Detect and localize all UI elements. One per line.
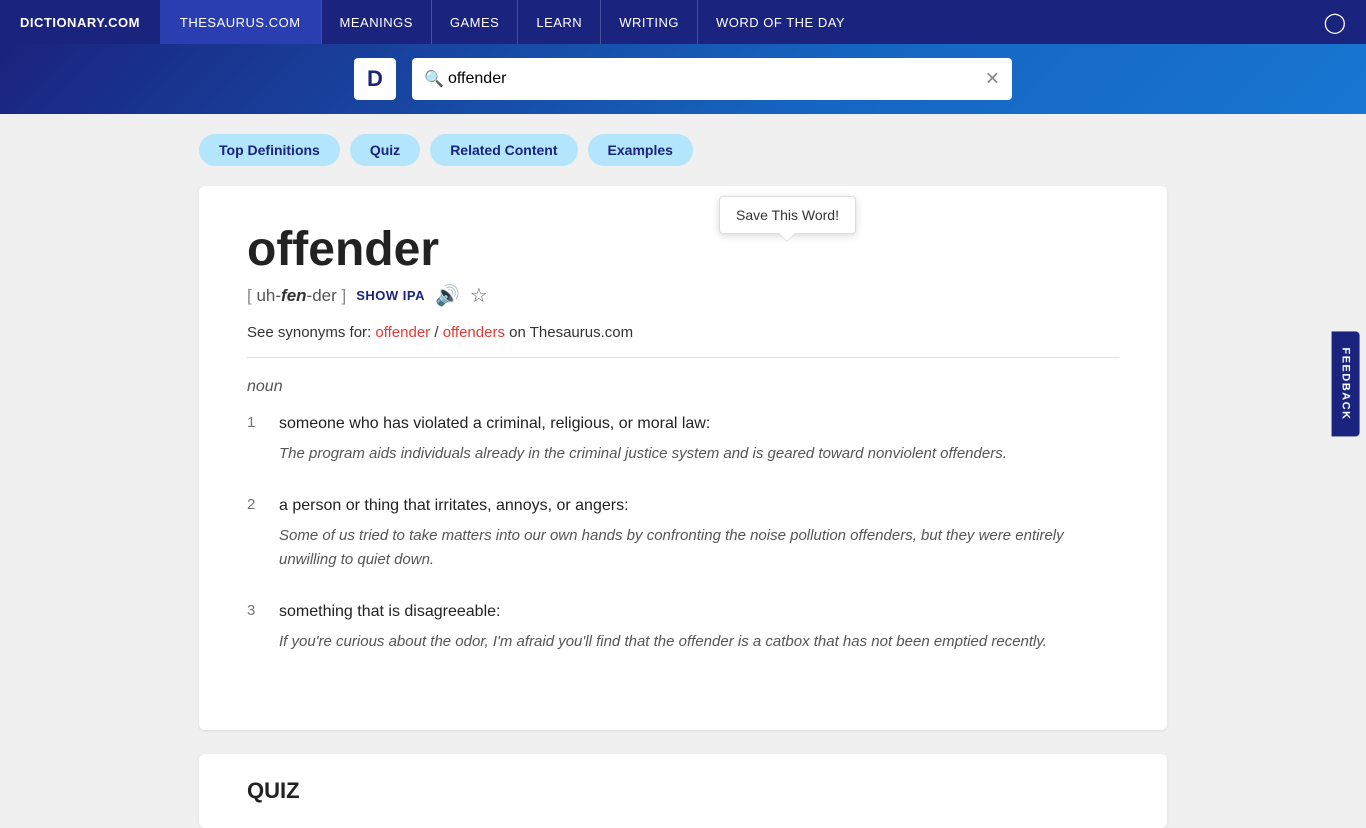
def-text-2: a person or thing that irritates, annoys… <box>279 494 1119 518</box>
def-content-2: a person or thing that irritates, annoys… <box>279 494 1119 572</box>
nav-word-of-day[interactable]: WORD OF THE DAY <box>697 0 863 44</box>
def-example-2: Some of us tried to take matters into ou… <box>279 524 1119 572</box>
nav-writing[interactable]: WRITING <box>600 0 697 44</box>
nav-learn[interactable]: LEARN <box>517 0 600 44</box>
synonym-link-offenders[interactable]: offenders <box>443 324 505 341</box>
pronunciation-row: [ uh-fen-der ] SHOW IPA 🔊 ☆ <box>247 283 1119 308</box>
site-logo: D <box>354 58 396 100</box>
def-number-2: 2 <box>247 494 263 572</box>
part-of-speech: noun <box>247 378 1119 396</box>
def-text-3: something that is disagreeable: <box>279 600 1047 624</box>
tab-examples[interactable]: Examples <box>588 134 693 166</box>
synonym-on-text: on <box>505 324 530 341</box>
nav-links: MEANINGS GAMES LEARN WRITING WORD OF THE… <box>321 0 1304 44</box>
definition-item-2: 2 a person or thing that irritates, anno… <box>247 494 1119 572</box>
word-title: offender <box>247 222 1119 277</box>
brand-thesaurus[interactable]: THESAURUS.COM <box>160 0 321 44</box>
tab-quiz[interactable]: Quiz <box>350 134 420 166</box>
search-icon: 🔍 <box>424 69 444 89</box>
def-example-3: If you're curious about the odor, I'm af… <box>279 630 1047 654</box>
show-ipa-button[interactable]: SHOW IPA <box>356 288 425 303</box>
brand-dictionary[interactable]: DICTIONARY.COM <box>0 0 160 44</box>
search-bar-section: D 🔍 ✕ <box>0 44 1366 114</box>
synonyms-line: See synonyms for: offender / offenders o… <box>247 324 1119 358</box>
top-navigation: DICTIONARY.COM THESAURUS.COM MEANINGS GA… <box>0 0 1366 44</box>
main-content: Top Definitions Quiz Related Content Exa… <box>183 114 1183 828</box>
search-clear-button[interactable]: ✕ <box>985 69 1000 90</box>
pron-close: ] <box>337 286 346 305</box>
synonym-separator: / <box>430 324 443 341</box>
nav-games[interactable]: GAMES <box>431 0 517 44</box>
feedback-button[interactable]: FEEDBACK <box>1331 331 1359 436</box>
tab-related-content[interactable]: Related Content <box>430 134 577 166</box>
def-number-1: 1 <box>247 412 263 466</box>
definitions-list: 1 someone who has violated a criminal, r… <box>247 412 1119 654</box>
tabs-row: Top Definitions Quiz Related Content Exa… <box>199 134 1167 166</box>
pron-pre: uh- <box>256 286 281 305</box>
quiz-heading: QUIZ <box>247 778 1119 804</box>
pronunciation-text: [ uh-fen-der ] <box>247 286 346 306</box>
def-text-1: someone who has violated a criminal, rel… <box>279 412 1007 436</box>
save-tooltip: Save This Word! <box>719 196 856 234</box>
save-word-star-icon[interactable]: ☆ <box>470 283 488 308</box>
definition-card: Save This Word! offender [ uh-fen-der ] … <box>199 186 1167 730</box>
def-number-3: 3 <box>247 600 263 654</box>
tab-top-definitions[interactable]: Top Definitions <box>199 134 340 166</box>
synonym-link-offender[interactable]: offender <box>375 324 430 341</box>
definition-item-3: 3 something that is disagreeable: If you… <box>247 600 1119 654</box>
nav-meanings[interactable]: MEANINGS <box>321 0 431 44</box>
thesaurus-link[interactable]: Thesaurus.com <box>530 324 633 341</box>
def-content-3: something that is disagreeable: If you'r… <box>279 600 1047 654</box>
save-tooltip-text: Save This Word! <box>736 207 839 223</box>
synonyms-prefix: See synonyms for: <box>247 324 371 341</box>
def-example-1: The program aids individuals already in … <box>279 442 1007 466</box>
pron-stressed: fen <box>281 286 307 305</box>
audio-speaker-icon[interactable]: 🔊 <box>435 283 460 308</box>
search-form: 🔍 ✕ <box>412 58 1012 100</box>
definition-item-1: 1 someone who has violated a criminal, r… <box>247 412 1119 466</box>
user-account-icon[interactable]: ◯ <box>1304 10 1366 35</box>
def-content-1: someone who has violated a criminal, rel… <box>279 412 1007 466</box>
pron-post: -der <box>307 286 337 305</box>
search-input[interactable] <box>412 58 1012 100</box>
quiz-section: QUIZ <box>199 754 1167 828</box>
